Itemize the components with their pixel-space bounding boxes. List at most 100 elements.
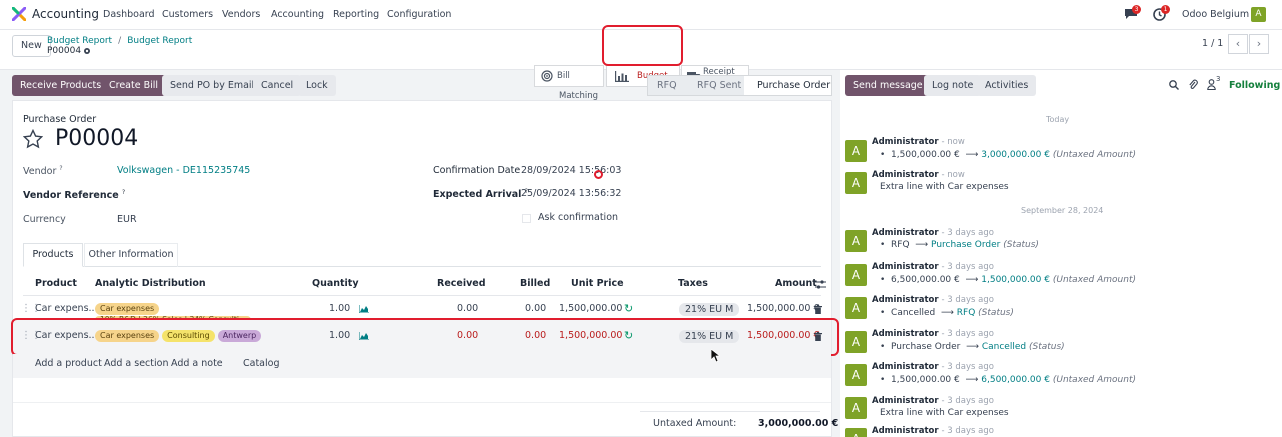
star-icon[interactable] bbox=[23, 129, 43, 149]
confirmation-date-label: Confirmation Date bbox=[433, 165, 521, 176]
cancel-button[interactable]: Cancel bbox=[253, 75, 302, 96]
tab-other-information[interactable]: Other Information bbox=[84, 243, 178, 267]
column-settings-icon[interactable] bbox=[815, 280, 826, 289]
message-author[interactable]: Administrator - 3 days ago bbox=[872, 295, 994, 305]
col-received[interactable]: Received bbox=[437, 278, 486, 289]
paperclip-icon[interactable] bbox=[1188, 79, 1198, 90]
receive-products-button[interactable]: Receive Products bbox=[12, 75, 110, 96]
menu-configuration[interactable]: Configuration bbox=[387, 9, 451, 20]
status-purchase-order[interactable]: Purchase Order bbox=[757, 80, 830, 91]
message-avatar[interactable]: A bbox=[845, 397, 867, 419]
vendor-reference-input[interactable] bbox=[117, 186, 397, 200]
tab-products[interactable]: Products bbox=[23, 243, 83, 267]
status-rfq-sent[interactable]: RFQ Sent bbox=[697, 80, 741, 91]
search-icon[interactable] bbox=[1169, 80, 1179, 90]
pager-next-button[interactable]: › bbox=[1249, 34, 1269, 54]
message-text: Extra line with Car expenses bbox=[880, 408, 1009, 418]
log-note-button[interactable]: Log note bbox=[924, 75, 982, 96]
row-quantity[interactable]: 1.00 bbox=[329, 303, 350, 314]
breadcrumb-budget-report-2[interactable]: Budget Report bbox=[127, 36, 192, 46]
message-tracking: • 6,500,000.00 € ⟶ 1,500,000.00 € (Untax… bbox=[880, 275, 1137, 285]
row-billed: 0.00 bbox=[525, 303, 547, 314]
app-name[interactable]: Accounting bbox=[32, 7, 99, 21]
user-avatar[interactable]: A bbox=[1251, 7, 1266, 22]
send-po-email-button[interactable]: Send PO by Email bbox=[162, 75, 263, 96]
smart-button-bill-matching[interactable]: Bill Matching bbox=[534, 65, 604, 101]
activity-button[interactable]: 1 bbox=[1153, 5, 1170, 22]
row-unit-price[interactable]: 1,500,000.00 bbox=[559, 303, 622, 314]
new-button[interactable]: New bbox=[12, 35, 51, 57]
col-amount[interactable]: Amount bbox=[775, 278, 817, 289]
add-product-link[interactable]: Add a product bbox=[35, 358, 102, 369]
col-unit-price[interactable]: Unit Price bbox=[571, 278, 624, 289]
message-avatar[interactable]: A bbox=[845, 297, 867, 319]
message-author[interactable]: Administrator - 3 days ago bbox=[872, 426, 994, 436]
message-avatar[interactable]: A bbox=[845, 331, 867, 353]
chat-badge: 3 bbox=[1132, 5, 1141, 14]
mouse-cursor-icon bbox=[711, 349, 720, 362]
col-billed[interactable]: Billed bbox=[520, 278, 550, 289]
message-avatar[interactable]: A bbox=[845, 428, 867, 437]
row-analytic[interactable]: Car expenses bbox=[95, 303, 162, 315]
area-chart-icon[interactable] bbox=[359, 305, 369, 313]
chevron-right-icon: › bbox=[1256, 37, 1262, 50]
message-author[interactable]: Administrator - 3 days ago bbox=[872, 362, 994, 372]
company-switcher[interactable]: Odoo Belgium bbox=[1182, 9, 1249, 20]
currency-label: Currency bbox=[23, 214, 66, 225]
message-avatar[interactable]: A bbox=[845, 172, 867, 194]
app-logo-icon[interactable] bbox=[12, 7, 26, 21]
catalog-link[interactable]: Catalog bbox=[243, 358, 279, 369]
message-author[interactable]: Administrator - now bbox=[872, 170, 965, 180]
col-analytic[interactable]: Analytic Distribution bbox=[95, 278, 206, 289]
date-separator-sept: September 28, 2024 bbox=[1021, 206, 1104, 215]
record-name: P00004 bbox=[47, 46, 82, 56]
message-author[interactable]: Administrator - 3 days ago bbox=[872, 396, 994, 406]
row-product[interactable]: Car expens... bbox=[35, 303, 98, 314]
following-button[interactable]: Following bbox=[1229, 80, 1280, 91]
message-tracking: • RFQ ⟶ Purchase Order (Status) bbox=[880, 240, 1039, 250]
lock-button[interactable]: Lock bbox=[298, 75, 336, 96]
col-product[interactable]: Product bbox=[35, 278, 77, 289]
menu-reporting[interactable]: Reporting bbox=[333, 9, 379, 20]
menu-customers[interactable]: Customers bbox=[162, 9, 213, 20]
row-tax[interactable]: 21% EU M bbox=[679, 303, 740, 316]
followers-count: 3 bbox=[1216, 75, 1221, 83]
send-message-button[interactable]: Send message bbox=[845, 75, 931, 96]
message-author[interactable]: Administrator - 3 days ago bbox=[872, 228, 994, 238]
history-icon[interactable]: ↻ bbox=[624, 302, 633, 315]
message-avatar[interactable]: A bbox=[845, 140, 867, 162]
menu-accounting[interactable]: Accounting bbox=[271, 9, 324, 20]
message-avatar[interactable]: A bbox=[845, 264, 867, 286]
message-author[interactable]: Administrator - 3 days ago bbox=[872, 329, 994, 339]
ask-confirmation-checkbox[interactable] bbox=[522, 214, 531, 223]
col-quantity[interactable]: Quantity bbox=[312, 278, 359, 289]
add-section-link[interactable]: Add a section bbox=[104, 358, 168, 369]
activities-button[interactable]: Activities bbox=[977, 75, 1037, 96]
analytic-tag: Car expenses bbox=[95, 303, 160, 315]
gear-icon[interactable] bbox=[83, 47, 91, 55]
col-taxes[interactable]: Taxes bbox=[678, 278, 708, 289]
message-tracking: • 1,500,000.00 € ⟶ 3,000,000.00 € (Untax… bbox=[880, 150, 1137, 160]
menu-dashboard[interactable]: Dashboard bbox=[103, 9, 155, 20]
bill-matching-label: Bill Matching bbox=[557, 71, 599, 101]
record-title: P00004 bbox=[55, 126, 139, 151]
message-avatar[interactable]: A bbox=[845, 364, 867, 386]
message-author[interactable]: Administrator - now bbox=[872, 137, 965, 147]
trash-icon[interactable] bbox=[814, 305, 822, 314]
chat-button[interactable]: 3 bbox=[1124, 5, 1141, 22]
vendor-field[interactable]: Volkswagen - DE115235745 bbox=[117, 165, 250, 176]
menu-vendors[interactable]: Vendors bbox=[222, 9, 260, 20]
pager-previous-button[interactable]: ‹ bbox=[1228, 34, 1248, 54]
followers-icon[interactable] bbox=[1207, 79, 1216, 90]
status-rfq[interactable]: RFQ bbox=[657, 80, 677, 91]
expected-arrival-field[interactable]: 25/09/2024 13:56:32 bbox=[521, 188, 621, 199]
message-text: Extra line with Car expenses bbox=[880, 182, 1009, 192]
ask-confirmation-label: Ask confirmation bbox=[538, 212, 619, 223]
add-note-link[interactable]: Add a note bbox=[171, 358, 223, 369]
message-author[interactable]: Administrator - 3 days ago bbox=[872, 262, 994, 272]
confirmation-date-field[interactable]: 28/09/2024 15:56:03 bbox=[521, 165, 621, 176]
breadcrumb-budget-report-1[interactable]: Budget Report bbox=[47, 36, 112, 46]
currency-field[interactable]: EUR bbox=[117, 214, 137, 225]
create-bill-button[interactable]: Create Bill bbox=[101, 75, 167, 96]
message-avatar[interactable]: A bbox=[845, 230, 867, 252]
